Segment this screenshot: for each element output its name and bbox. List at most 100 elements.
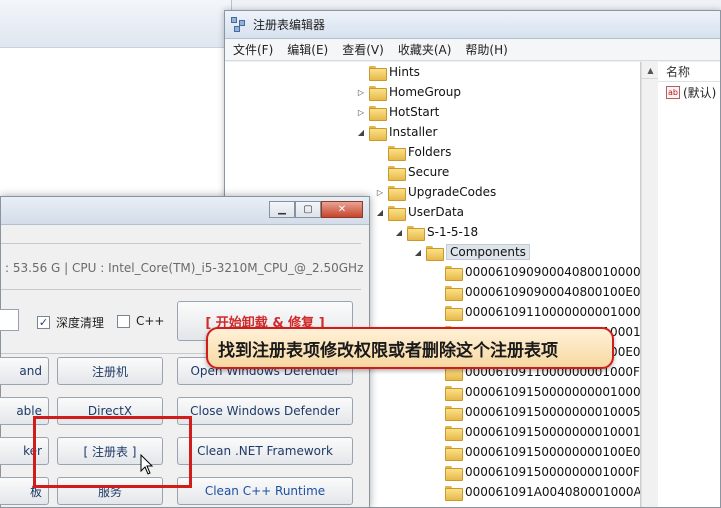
folder-icon bbox=[388, 185, 406, 201]
column-header-name[interactable]: 名称 bbox=[658, 62, 720, 82]
menu-edit[interactable]: 编辑(E) bbox=[287, 41, 328, 58]
folder-icon bbox=[388, 145, 406, 161]
tree-node-label: UpgradeCodes bbox=[408, 185, 497, 199]
menu-file[interactable]: 文件(F) bbox=[233, 41, 273, 58]
folder-icon bbox=[445, 485, 463, 501]
expand-arrow-icon[interactable]: ◢ bbox=[355, 128, 367, 137]
cpp-label: C++ bbox=[136, 314, 165, 328]
tree-scrollbar[interactable]: ▲ bbox=[641, 62, 659, 507]
tree-node-label: S-1-5-18 bbox=[427, 225, 479, 239]
cpp-checkbox[interactable]: C++ bbox=[117, 314, 165, 328]
registry-app-icon bbox=[231, 16, 247, 33]
menu-view[interactable]: 查看(V) bbox=[342, 41, 384, 58]
maximize-icon[interactable]: ▢ bbox=[295, 201, 321, 218]
tree-node[interactable]: ▷ UpgradeCodes bbox=[374, 182, 496, 202]
number-input[interactable] bbox=[0, 309, 19, 331]
close-defender-button[interactable]: Close Windows Defender bbox=[177, 397, 353, 425]
folder-icon bbox=[445, 285, 463, 301]
left-button-1[interactable]: and bbox=[0, 357, 49, 385]
tree-node[interactable]: 0000610915000000001000197D bbox=[431, 422, 640, 442]
tree-node[interactable]: ◢ UserData bbox=[374, 202, 464, 222]
tree-node[interactable]: ◢ S-1-5-18 bbox=[393, 222, 478, 242]
tree-node-label: Installer bbox=[389, 125, 438, 139]
tree-node-label: Secure bbox=[408, 165, 450, 179]
divider bbox=[1, 243, 361, 244]
tool-titlebar[interactable]: ▁ ▢ ✕ bbox=[1, 197, 369, 225]
mouse-cursor-icon bbox=[140, 454, 154, 475]
tree-node[interactable]: Folders bbox=[374, 142, 451, 162]
tree-node[interactable]: 000061091500000000100E0239 bbox=[431, 442, 641, 462]
background-window-titlebar bbox=[0, 0, 231, 48]
expand-arrow-icon[interactable]: ◢ bbox=[393, 228, 405, 237]
tree-node[interactable]: Secure bbox=[374, 162, 449, 182]
value-row[interactable]: ab (默认) bbox=[658, 82, 720, 102]
annotation-callout: 找到注册表项修改权限或者删除这个注册表项 bbox=[206, 327, 614, 369]
string-value-icon: ab bbox=[666, 85, 680, 99]
tree-node-label: Components bbox=[446, 244, 530, 260]
tree-node-label: 0000610915000000001000540F bbox=[465, 405, 641, 419]
tree-node[interactable]: 000061091100000000010000A0F bbox=[431, 302, 641, 322]
folder-icon bbox=[369, 65, 387, 81]
folder-icon bbox=[369, 105, 387, 121]
deep-clean-checkbox[interactable]: ✓ 深度清理 bbox=[37, 314, 104, 331]
tree-node-label: HomeGroup bbox=[389, 85, 461, 99]
tree-node-label: 000061091500000000100E0239 bbox=[465, 445, 641, 459]
window-title: 注册表编辑器 bbox=[253, 18, 326, 32]
tree-node[interactable]: ▷ HotStart bbox=[355, 102, 439, 122]
folder-icon bbox=[388, 205, 406, 221]
tree-node[interactable]: 000061091500000000010000A0F bbox=[431, 382, 641, 402]
tree-node[interactable]: ◢ Components bbox=[412, 242, 530, 262]
folder-icon bbox=[445, 425, 463, 441]
folder-icon bbox=[445, 465, 463, 481]
expand-arrow-icon[interactable]: ◢ bbox=[412, 248, 424, 257]
folder-icon bbox=[445, 405, 463, 421]
value-name: (默认) bbox=[683, 85, 717, 100]
tree-node[interactable]: Hints bbox=[355, 62, 420, 82]
tree-node-label: 000061090900040800100000A0F bbox=[465, 265, 641, 279]
tree-node-label: HotStart bbox=[389, 105, 440, 119]
deep-clean-label: 深度清理 bbox=[56, 316, 105, 330]
menu-help[interactable]: 帮助(H) bbox=[465, 41, 507, 58]
tree-node[interactable]: 000061091A004080001000A0F bbox=[431, 482, 641, 502]
expand-arrow-icon[interactable]: ◢ bbox=[374, 208, 386, 217]
highlight-rectangle bbox=[33, 416, 192, 488]
menu-bar: 文件(F) 编辑(E) 查看(V) 收藏夹(A) 帮助(H) bbox=[225, 39, 720, 61]
clean-dotnet-button[interactable]: Clean .NET Framework bbox=[177, 437, 353, 465]
expand-arrow-icon[interactable]: ▷ bbox=[355, 88, 367, 97]
checkbox-unchecked-icon bbox=[117, 314, 130, 328]
tree-node-label: 000061091A004080001000A0F bbox=[465, 485, 641, 499]
menu-favorites[interactable]: 收藏夹(A) bbox=[398, 41, 452, 58]
tree-node-label: 000061091100000000010000A0F bbox=[465, 305, 641, 319]
tree-node[interactable]: 000061090900040800100E0239 bbox=[431, 282, 641, 302]
tree-node[interactable]: 0000610915000000001000F013E bbox=[431, 462, 640, 482]
tree-node-label: UserData bbox=[408, 205, 465, 219]
tree-node[interactable]: 000061090900040800100000A0F bbox=[431, 262, 641, 282]
expand-arrow-icon[interactable]: ▷ bbox=[355, 108, 367, 117]
folder-icon bbox=[445, 265, 463, 281]
folder-icon bbox=[388, 165, 406, 181]
registry-editor-titlebar[interactable]: 注册表编辑器 bbox=[225, 11, 720, 39]
values-pane: 名称 ab (默认) bbox=[658, 62, 720, 507]
folder-icon bbox=[369, 125, 387, 141]
tree-node-label: Folders bbox=[408, 145, 452, 159]
folder-icon bbox=[445, 445, 463, 461]
tree-node-label: Hints bbox=[389, 65, 420, 79]
system-info: : 53.56 G | CPU : Intel_Core(TM)_i5-3210… bbox=[5, 261, 364, 275]
close-icon[interactable]: ✕ bbox=[321, 201, 363, 218]
tree-node[interactable]: ◢ Installer bbox=[355, 122, 437, 142]
tree-node[interactable]: ▷ HomeGroup bbox=[355, 82, 461, 102]
scroll-up-icon[interactable]: ▲ bbox=[642, 62, 659, 79]
expand-arrow-icon[interactable]: ▷ bbox=[374, 188, 386, 197]
minimize-icon[interactable]: ▁ bbox=[269, 201, 295, 218]
clean-cpp-runtime-button[interactable]: Clean C++ Runtime bbox=[177, 477, 353, 505]
tree-node[interactable]: 0000610915000000001000540F bbox=[431, 402, 641, 422]
folder-icon bbox=[369, 85, 387, 101]
tree-node-label: 000061091500000000010000A0F bbox=[465, 385, 641, 399]
keygen-button[interactable]: 注册机 bbox=[57, 357, 163, 385]
tree-node-label: 000061090900040800100E0239 bbox=[465, 285, 641, 299]
folder-icon bbox=[445, 385, 463, 401]
folder-icon bbox=[426, 245, 444, 261]
tree-node-label: 0000610915000000001000F013E bbox=[465, 465, 640, 479]
checkbox-checked-icon: ✓ bbox=[37, 316, 50, 329]
folder-icon bbox=[445, 305, 463, 321]
